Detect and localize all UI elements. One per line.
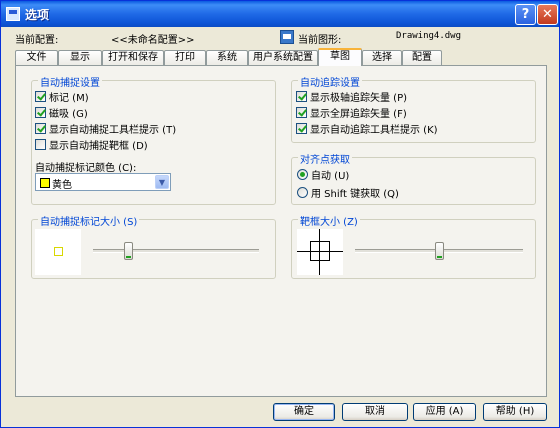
tab-open-save[interactable]: 打开和保存: [102, 50, 164, 65]
help-title-button[interactable]: ?: [515, 4, 536, 25]
tab-selection[interactable]: 选择: [362, 50, 402, 65]
tab-user-preferences[interactable]: 用户系统配置: [248, 50, 318, 65]
alignment-acquisition-title: 对齐点获取: [298, 151, 352, 166]
checkbox-checked-icon: [35, 107, 46, 118]
app-icon: [6, 7, 20, 21]
automatic-radio[interactable]: 自动 (U): [297, 168, 350, 182]
aperture-size-slider-thumb[interactable]: [435, 242, 444, 260]
polar-tracking-checkbox-label: 显示极轴追踪矢量 (P): [310, 93, 408, 104]
autosnap-tooltip-checkbox-label: 显示自动捕捉工具栏提示 (T): [49, 125, 177, 136]
autotrack-tooltip-checkbox-label: 显示自动追踪工具栏提示 (K): [310, 125, 438, 136]
close-button[interactable]: ✕: [537, 4, 558, 25]
title-bar[interactable]: 选项 ? ✕: [1, 1, 559, 27]
color-swatch: [40, 178, 50, 188]
autosnap-aperture-checkbox[interactable]: 显示自动捕捉靶框 (D): [35, 138, 148, 152]
autosnap-settings-title: 自动捕捉设置: [38, 74, 102, 89]
tab-files[interactable]: 文件: [15, 50, 58, 65]
marker-color-label: 自动捕捉标记颜色 (C):: [35, 163, 137, 174]
marker-size-slider-track[interactable]: [93, 249, 259, 253]
marker-color-value: 黄色: [52, 180, 72, 191]
current-profile-value: <<未命名配置>>: [111, 35, 195, 46]
checkbox-unchecked-icon: [35, 139, 46, 150]
tab-drafting[interactable]: 草图: [318, 48, 362, 66]
cancel-button[interactable]: 取消: [342, 403, 408, 421]
fullscreen-tracking-checkbox-label: 显示全屏追踪矢量 (F): [310, 109, 407, 120]
close-icon: ✕: [542, 7, 553, 22]
marker-size-title: 自动捕捉标记大小 (S): [38, 213, 140, 228]
autosnap-aperture-checkbox-label: 显示自动捕捉靶框 (D): [49, 141, 148, 152]
aperture-box-icon: [310, 241, 330, 261]
question-icon: ?: [521, 7, 530, 22]
marker-checkbox[interactable]: 标记 (M): [35, 90, 89, 104]
checkbox-checked-icon: [35, 123, 46, 134]
radio-unselected-icon: [297, 187, 308, 198]
marker-size-preview: [35, 229, 81, 275]
tab-system[interactable]: 系统: [206, 50, 248, 65]
current-drawing-value: Drawing4.dwg: [396, 31, 462, 41]
marker-checkbox-label: 标记 (M): [49, 93, 89, 104]
shift-acquire-radio[interactable]: 用 Shift 键获取 (Q): [297, 186, 399, 200]
window-title: 选项: [25, 8, 50, 22]
checkbox-checked-icon: [35, 91, 46, 102]
autosnap-tooltip-checkbox[interactable]: 显示自动捕捉工具栏提示 (T): [35, 122, 177, 136]
chevron-down-icon[interactable]: ▼: [155, 175, 169, 189]
marker-size-slider-thumb[interactable]: [124, 242, 133, 260]
marker-color-select[interactable]: 黄色 ▼: [35, 173, 171, 191]
checkbox-checked-icon: [296, 107, 307, 118]
aperture-size-title: 靶框大小 (Z): [298, 213, 360, 228]
apply-button[interactable]: 应用 (A): [413, 403, 476, 421]
fullscreen-tracking-checkbox[interactable]: 显示全屏追踪矢量 (F): [296, 106, 407, 120]
polar-tracking-checkbox[interactable]: 显示极轴追踪矢量 (P): [296, 90, 408, 104]
magnet-checkbox[interactable]: 磁吸 (G): [35, 106, 88, 120]
tab-display[interactable]: 显示: [58, 50, 102, 65]
checkbox-checked-icon: [296, 123, 307, 134]
aperture-preview: [297, 229, 343, 275]
magnet-checkbox-label: 磁吸 (G): [49, 109, 88, 120]
current-drawing-label: 当前图形:: [298, 35, 342, 46]
current-profile-label: 当前配置:: [15, 35, 59, 46]
options-dialog: 选项 ? ✕ 当前配置: <<未命名配置>> 当前图形: Drawing4.dw…: [0, 0, 560, 428]
autotrack-settings-title: 自动追踪设置: [298, 74, 362, 89]
tab-profiles[interactable]: 配置: [402, 50, 442, 65]
snap-marker-icon: [54, 247, 63, 256]
help-button[interactable]: 帮助 (H): [483, 403, 547, 421]
radio-selected-icon: [297, 169, 308, 180]
drawing-icon: [280, 30, 294, 44]
automatic-radio-label: 自动 (U): [311, 171, 350, 182]
ok-button[interactable]: 确定: [273, 403, 335, 421]
autotrack-tooltip-checkbox[interactable]: 显示自动追踪工具栏提示 (K): [296, 122, 438, 136]
tab-plot[interactable]: 打印: [164, 50, 206, 65]
checkbox-checked-icon: [296, 91, 307, 102]
shift-acquire-radio-label: 用 Shift 键获取 (Q): [311, 189, 399, 200]
